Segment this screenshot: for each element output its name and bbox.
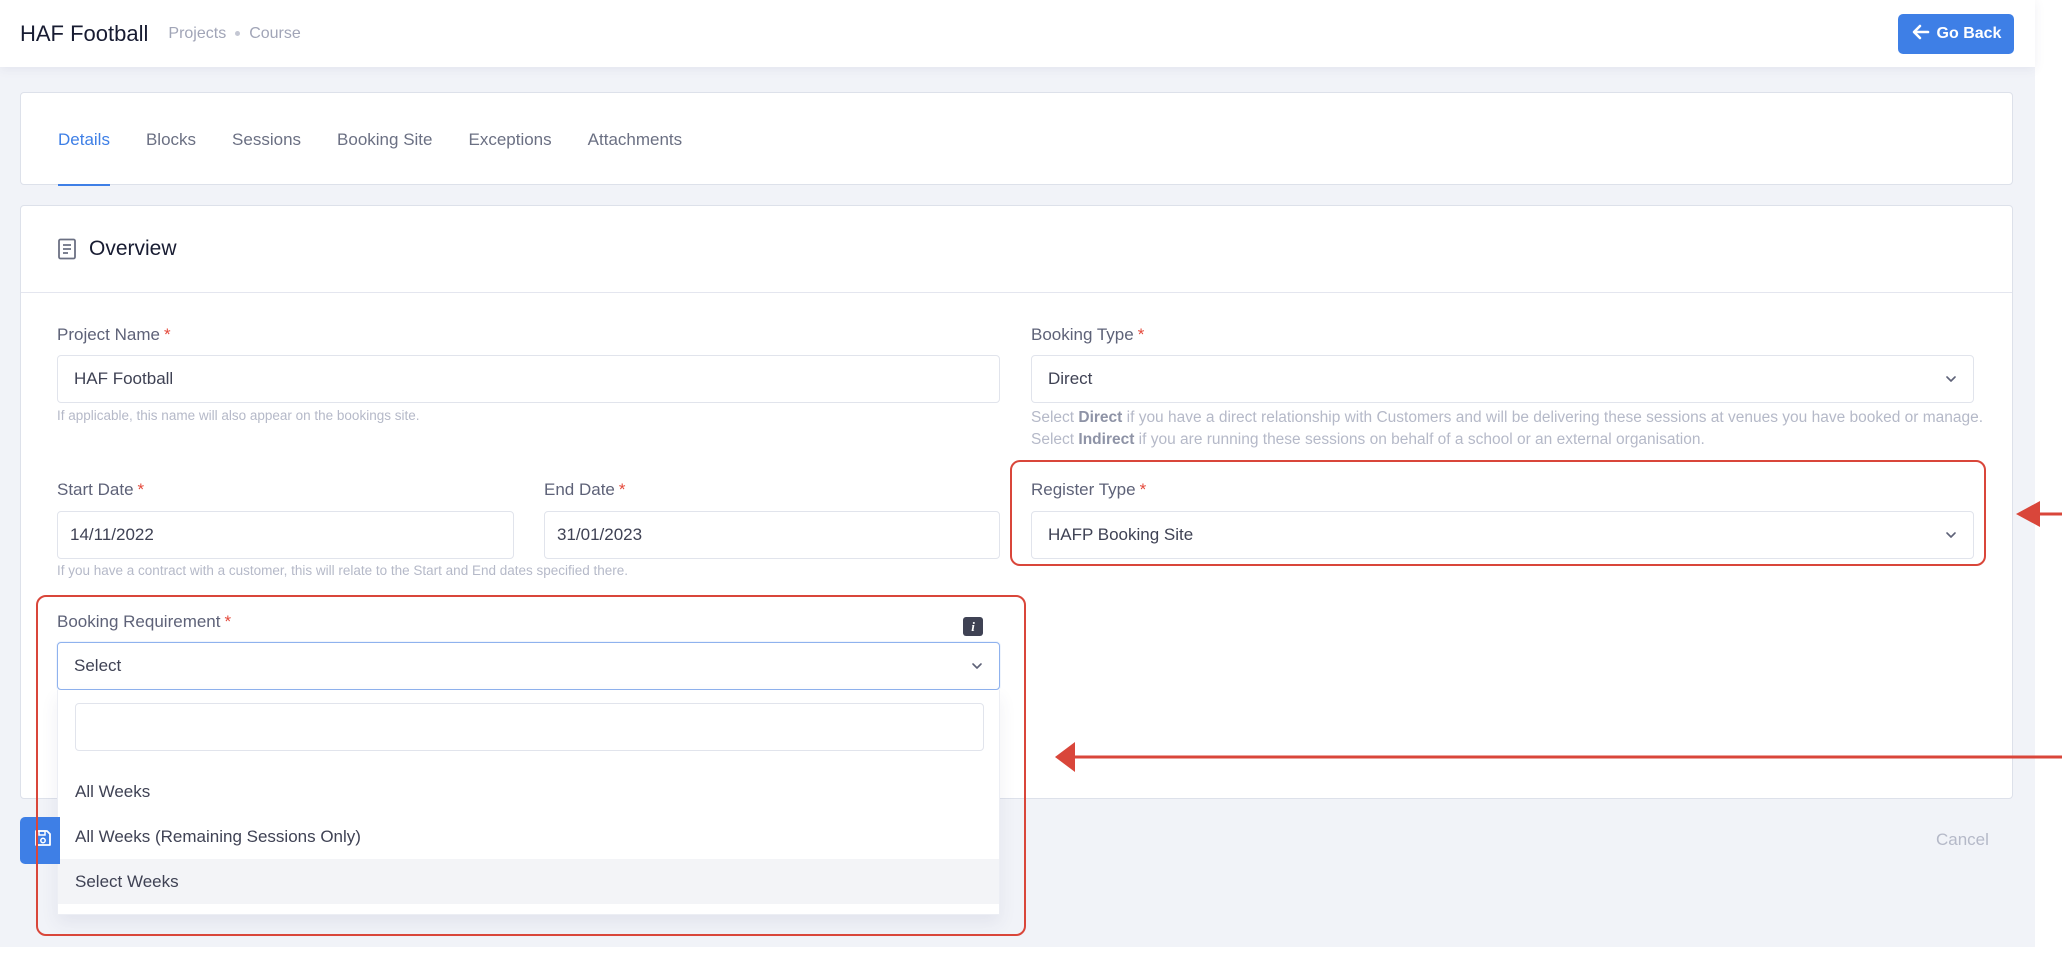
booking-type-value: Direct bbox=[1048, 369, 1093, 388]
breadcrumb-item-course[interactable]: Course bbox=[249, 25, 301, 43]
chevron-down-icon bbox=[1946, 376, 1956, 382]
top-header: HAF Football Projects Course Go Back bbox=[0, 0, 2035, 67]
project-name-value: HAF Football bbox=[74, 369, 174, 388]
tab-attachments[interactable]: Attachments bbox=[588, 93, 683, 186]
project-name-help: If applicable, this name will also appea… bbox=[57, 408, 420, 423]
start-date-label: Start Date * bbox=[57, 480, 145, 499]
page-title: HAF Football bbox=[20, 20, 149, 46]
breadcrumb-separator bbox=[235, 31, 241, 36]
arrow-left-icon bbox=[1911, 22, 1931, 47]
overview-header: Overview bbox=[21, 206, 2012, 293]
end-date-input[interactable]: 31/01/2023 bbox=[544, 511, 1000, 559]
tab-exceptions[interactable]: Exceptions bbox=[468, 93, 551, 186]
tab-booking-site[interactable]: Booking Site bbox=[337, 93, 432, 186]
project-name-label: Project Name * bbox=[57, 325, 171, 344]
booking-type-select[interactable]: Direct bbox=[1031, 355, 1974, 403]
start-date-value: 14/11/2022 bbox=[70, 525, 154, 544]
go-back-button[interactable]: Go Back bbox=[1898, 14, 2014, 54]
booking-requirement-annotation-box bbox=[36, 595, 1026, 936]
tab-sessions[interactable]: Sessions bbox=[232, 93, 301, 186]
booking-type-help: Select Direct if you have a direct relat… bbox=[1031, 409, 1984, 448]
dates-help: If you have a contract with a customer, … bbox=[57, 563, 629, 578]
tab-details[interactable]: Details bbox=[58, 93, 110, 186]
breadcrumb: Projects Course bbox=[168, 25, 300, 43]
go-back-label: Go Back bbox=[1936, 25, 2002, 42]
breadcrumb-item-projects[interactable]: Projects bbox=[168, 25, 226, 43]
overview-title: Overview bbox=[89, 237, 177, 260]
start-date-input[interactable]: 14/11/2022 bbox=[57, 511, 514, 559]
register-type-annotation-box bbox=[1010, 460, 1986, 566]
end-date-label: End Date * bbox=[544, 480, 626, 499]
booking-type-label: Booking Type * bbox=[1031, 325, 1145, 344]
project-name-input[interactable]: HAF Football bbox=[57, 355, 1000, 403]
tab-bar: Details Blocks Sessions Booking Site Exc… bbox=[58, 93, 682, 186]
tabs-card: Details Blocks Sessions Booking Site Exc… bbox=[20, 92, 2013, 186]
end-date-value: 31/01/2023 bbox=[557, 525, 643, 544]
document-icon bbox=[57, 238, 77, 260]
tab-blocks[interactable]: Blocks bbox=[146, 93, 196, 186]
cancel-button[interactable]: Cancel bbox=[1936, 830, 1989, 850]
